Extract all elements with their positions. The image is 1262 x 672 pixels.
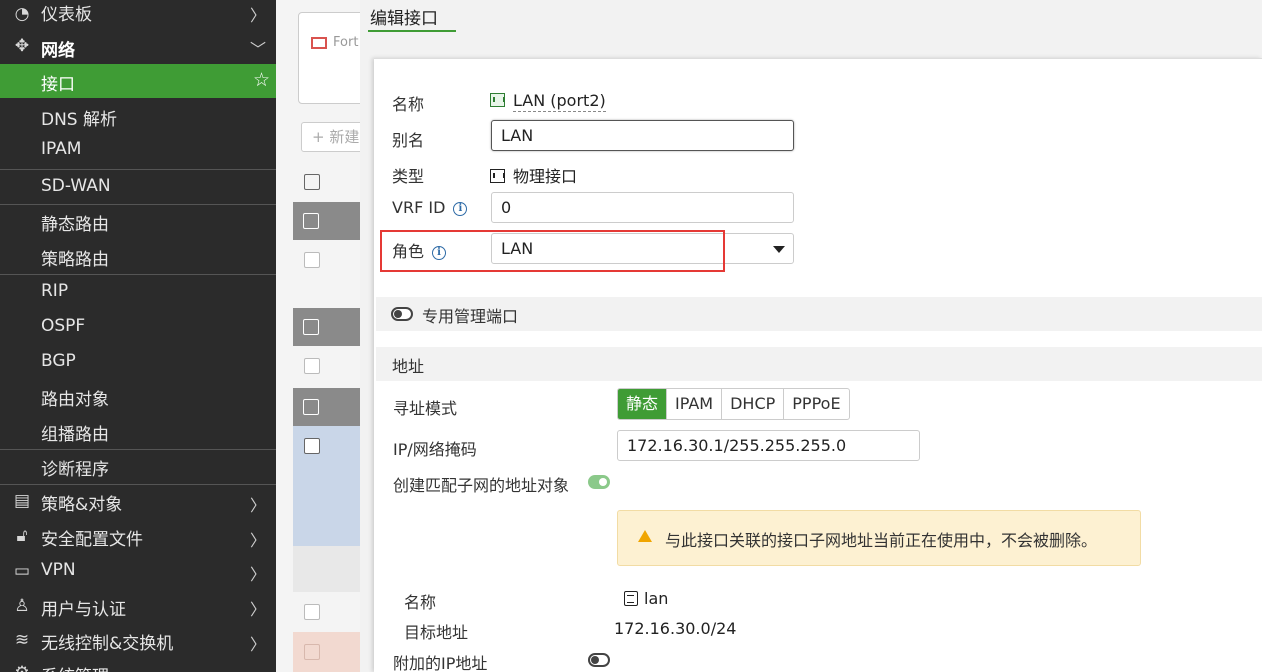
- alias-label: 别名: [392, 131, 425, 150]
- secondary-ip-label: 附加的IP地址: [393, 654, 488, 672]
- object-name-value: lan: [624, 589, 668, 608]
- chevron-down-icon: ﹀: [249, 40, 266, 59]
- secondary-ip-toggle[interactable]: [588, 653, 610, 667]
- row-checkbox[interactable]: [304, 252, 320, 268]
- wifi-icon: ≋: [14, 630, 30, 650]
- sidebar-item-bgp[interactable]: BGP: [0, 345, 276, 380]
- dedicated-mgmt-label: 专用管理端口: [422, 307, 519, 326]
- list-row[interactable]: [293, 546, 363, 592]
- info-icon[interactable]: i: [453, 202, 468, 216]
- address-section-title: 地址: [392, 357, 425, 376]
- role-highlight-annotation: [380, 230, 725, 272]
- ip-netmask-label: IP/网络掩码: [393, 440, 477, 459]
- object-name-label: 名称: [404, 593, 437, 612]
- sidebar-item-vpn[interactable]: ▭ VPN 〉: [0, 555, 276, 589]
- chevron-right-icon: 〉: [249, 496, 266, 515]
- addr-mode-ipam[interactable]: IPAM: [666, 389, 721, 419]
- sidebar-item-interfaces[interactable]: 接口 ☆: [0, 64, 276, 98]
- address-object-icon: [624, 591, 638, 606]
- addr-mode-pppoe[interactable]: PPPoE: [783, 389, 848, 419]
- warning-text: 与此接口关联的接口子网地址当前正在使用中，不会被删除。: [665, 531, 1098, 550]
- edit-interface-panel: 编辑接口 名称 LAN (port2) 别名 LAN 类型 物理接口 VRF I…: [360, 0, 1262, 672]
- alias-input[interactable]: LAN: [491, 120, 794, 151]
- group-row-header[interactable]: [293, 388, 363, 426]
- laptop-icon: ▭: [13, 561, 31, 581]
- sidebar-item-dashboard[interactable]: ◔ 仪表板 〉: [0, 0, 276, 28]
- sidebar-item-policy-objects[interactable]: ▤ 策略&对象 〉: [0, 485, 276, 520]
- physical-port-icon: [490, 169, 505, 183]
- vrf-label: VRF ID i: [392, 198, 468, 217]
- warning-banner: 与此接口关联的接口子网地址当前正在使用中，不会被删除。: [617, 510, 1141, 566]
- network-move-icon: ✥: [14, 36, 30, 56]
- interface-name: LAN (port2): [513, 91, 606, 112]
- sidebar-item-rip[interactable]: RIP: [0, 275, 276, 310]
- chevron-right-icon: 〉: [249, 531, 266, 550]
- panel-form: 名称 LAN (port2) 别名 LAN 类型 物理接口 VRF ID i 0 …: [374, 58, 1262, 672]
- sidebar-item-ospf[interactable]: OSPF: [0, 310, 276, 345]
- sidebar-item-ipam[interactable]: IPAM: [0, 133, 276, 168]
- sidebar-item-diagnostics[interactable]: 诊断程序: [0, 450, 276, 484]
- panel-title: 编辑接口: [370, 9, 438, 29]
- select-all-checkbox[interactable]: [304, 174, 320, 190]
- addr-mode-dhcp[interactable]: DHCP: [721, 389, 783, 419]
- row-checkbox-checked[interactable]: [304, 438, 320, 454]
- dedicated-mgmt-row: 专用管理端口: [376, 297, 1262, 331]
- sidebar-item-users-auth[interactable]: ♙ 用户与认证 〉: [0, 589, 276, 624]
- chevron-right-icon: 〉: [249, 635, 266, 654]
- sidebar-item-sdwan[interactable]: SD-WAN: [0, 170, 276, 204]
- sidebar-item-dns[interactable]: DNS 解析: [0, 98, 276, 133]
- panel-title-underline: [368, 30, 456, 32]
- name-value: LAN (port2): [490, 91, 606, 112]
- collapse-icon[interactable]: [303, 213, 319, 229]
- name-label: 名称: [392, 95, 425, 114]
- create-address-object-toggle[interactable]: [588, 475, 610, 489]
- collapse-icon[interactable]: [303, 399, 319, 415]
- chevron-right-icon: 〉: [249, 6, 266, 25]
- sidebar-item-security-profiles[interactable]: 🔓︎ 安全配置文件 〉: [0, 520, 276, 555]
- row-checkbox[interactable]: [304, 644, 320, 660]
- row-checkbox[interactable]: [304, 358, 320, 374]
- chevron-right-icon: 〉: [249, 565, 266, 584]
- fortinet-logo-icon: [311, 37, 327, 49]
- sidebar-item-policy-routes[interactable]: 策略路由: [0, 240, 276, 274]
- chevron-right-icon: 〉: [249, 600, 266, 619]
- dashboard-gauge-icon: ◔: [14, 4, 30, 24]
- sidebar-item-wifi-switch[interactable]: ≋ 无线控制&交换机 〉: [0, 624, 276, 659]
- type-value: 物理接口: [490, 163, 577, 187]
- row-checkbox[interactable]: [304, 604, 320, 620]
- addr-mode-static[interactable]: 静态: [618, 389, 667, 419]
- create-address-object-label: 创建匹配子网的地址对象: [393, 476, 570, 495]
- user-icon: ♙: [14, 596, 30, 616]
- gear-icon: ⚙: [12, 663, 32, 672]
- policy-document-icon: ▤: [13, 491, 31, 511]
- group-row-header[interactable]: [293, 308, 363, 346]
- destination-value: 172.16.30.0/24: [614, 619, 737, 638]
- sidebar-item-system[interactable]: ⚙ 系统管理: [0, 659, 276, 672]
- sidebar: ◔ 仪表板 〉 ✥ 网络 ﹀ 接口 ☆ DNS 解析 IPAM SD-WAN 静…: [0, 0, 276, 672]
- destination-label: 目标地址: [404, 623, 469, 642]
- address-section-header: 地址: [376, 347, 1262, 381]
- dropdown-caret-icon: [773, 246, 785, 253]
- sidebar-item-network[interactable]: ✥ 网络 ﹀: [0, 28, 276, 64]
- sidebar-item-routing-objects[interactable]: 路由对象: [0, 380, 276, 415]
- sidebar-item-static-routes[interactable]: 静态路由: [0, 205, 276, 240]
- warning-triangle-icon: [638, 530, 652, 542]
- port-icon: [490, 93, 505, 107]
- addressing-mode-label: 寻址模式: [393, 399, 458, 418]
- collapse-icon[interactable]: [303, 319, 319, 335]
- vrf-id-input[interactable]: 0: [491, 192, 794, 223]
- addressing-mode-selector: 静态 IPAM DHCP PPPoE: [617, 388, 850, 420]
- group-row-header[interactable]: [293, 202, 363, 240]
- sidebar-item-multicast[interactable]: 组播路由: [0, 415, 276, 449]
- star-favorite-icon[interactable]: ☆: [253, 69, 270, 91]
- dedicated-mgmt-toggle[interactable]: [391, 307, 413, 321]
- ip-netmask-input[interactable]: 172.16.30.1/255.255.255.0: [617, 430, 920, 461]
- lock-icon: 🔓︎: [16, 526, 28, 546]
- type-label: 类型: [392, 167, 425, 186]
